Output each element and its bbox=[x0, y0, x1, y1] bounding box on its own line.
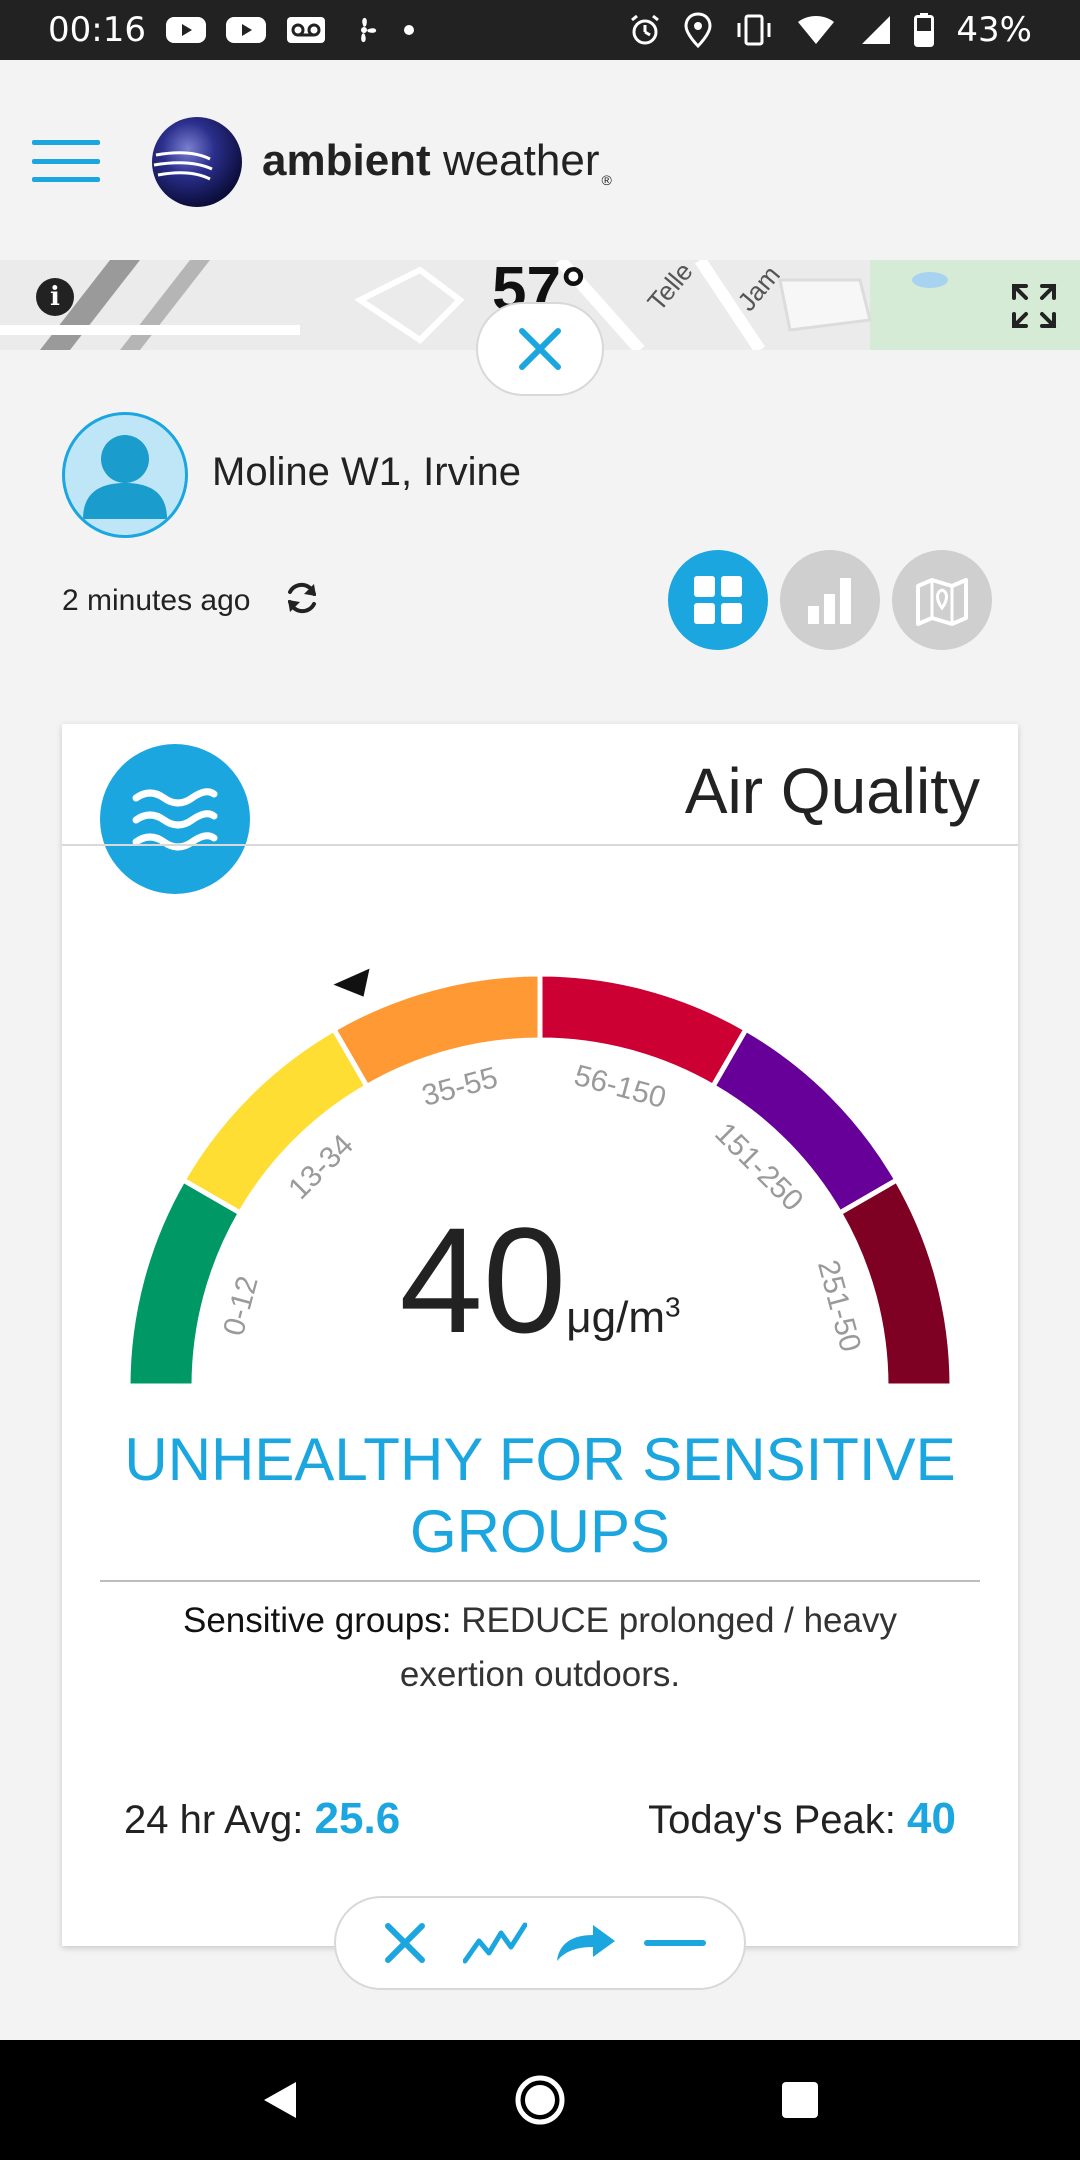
air-quality-card: Air Quality 0-12 13-34 35-55 56-150 151-250 2… bbox=[62, 724, 1018, 1946]
signal-icon bbox=[858, 14, 892, 46]
station-name[interactable]: Moline W1, Irvine bbox=[212, 450, 521, 495]
gauge-label: 35-55 bbox=[419, 1061, 502, 1113]
divider bbox=[62, 844, 1018, 846]
close-icon bbox=[519, 328, 561, 370]
line-chart-icon bbox=[463, 1922, 527, 1964]
fan-icon bbox=[346, 12, 382, 48]
card-toolbar bbox=[334, 1896, 746, 1990]
youtube-icon bbox=[165, 15, 206, 45]
divider bbox=[100, 1580, 980, 1582]
back-icon[interactable] bbox=[245, 2065, 315, 2135]
grid-icon bbox=[694, 576, 742, 624]
info-icon[interactable]: i bbox=[36, 278, 74, 316]
brand-name: ambient weather ® bbox=[262, 136, 612, 188]
vibrate-icon bbox=[734, 13, 774, 47]
expand-icon[interactable] bbox=[1006, 278, 1062, 334]
battery-percent: 43% bbox=[956, 10, 1032, 50]
brand-logo: ambient weather ® bbox=[150, 115, 612, 209]
bar-chart-icon bbox=[808, 578, 851, 624]
aqi-unit: μg/m3 bbox=[566, 1291, 681, 1342]
card-title: Air Quality bbox=[684, 755, 980, 827]
health-advice: Sensitive groups: REDUCE prolonged / hea… bbox=[183, 1601, 897, 1694]
share-icon bbox=[557, 1925, 615, 1961]
refresh-icon[interactable] bbox=[282, 578, 322, 618]
status-time: 00:16 bbox=[48, 10, 146, 50]
24hr-average: 24 hr Avg: 25.6 bbox=[124, 1794, 401, 1843]
collapse-map-button[interactable] bbox=[476, 302, 604, 396]
home-icon[interactable] bbox=[505, 2065, 575, 2135]
air-waves-icon bbox=[100, 744, 250, 894]
gauge-pointer-icon bbox=[333, 968, 370, 997]
aqi-status: UNHEALTHY FOR SENSITIVE GROUPS bbox=[124, 1426, 956, 1565]
trend-chart-button[interactable] bbox=[460, 1908, 530, 1978]
minimize-button[interactable] bbox=[640, 1908, 710, 1978]
user-icon bbox=[83, 435, 167, 519]
share-button[interactable] bbox=[550, 1908, 620, 1978]
gauge-label: 56-150 bbox=[571, 1059, 670, 1115]
grid-view-button[interactable] bbox=[668, 550, 768, 650]
aqi-value: 40 bbox=[399, 1196, 567, 1364]
battery-icon bbox=[914, 13, 935, 47]
youtube-icon bbox=[225, 15, 266, 45]
dot-icon bbox=[402, 23, 416, 37]
gauge-segment-13-34 bbox=[179, 1025, 371, 1217]
app-header: ambient weather ® bbox=[0, 60, 1080, 260]
wifi-icon bbox=[796, 14, 836, 46]
avatar[interactable] bbox=[62, 412, 188, 538]
chart-view-button[interactable] bbox=[780, 550, 880, 650]
minimize-icon bbox=[644, 1940, 706, 1946]
close-icon bbox=[385, 1923, 425, 1963]
todays-peak: Today's Peak: 40 bbox=[648, 1794, 956, 1843]
close-card-button[interactable] bbox=[370, 1908, 440, 1978]
alarm-icon bbox=[628, 13, 662, 47]
navigation-bar bbox=[0, 2040, 1080, 2160]
map-view-button[interactable] bbox=[892, 550, 992, 650]
voicemail-icon bbox=[286, 15, 326, 45]
gauge-segment-35-55 bbox=[330, 971, 543, 1090]
map-icon bbox=[916, 578, 968, 626]
hamburger-icon[interactable] bbox=[32, 140, 100, 182]
gauge-segment-151-250 bbox=[709, 1025, 901, 1217]
gauge-segment-56-150 bbox=[537, 971, 750, 1090]
recents-icon[interactable] bbox=[765, 2065, 835, 2135]
globe-logo-icon bbox=[152, 117, 242, 207]
status-bar: 00:16 43% bbox=[0, 0, 1080, 60]
location-icon bbox=[684, 12, 712, 48]
last-updated: 2 minutes ago bbox=[62, 584, 251, 617]
aqi-reading: 40μg/m3 bbox=[62, 1194, 1018, 1367]
